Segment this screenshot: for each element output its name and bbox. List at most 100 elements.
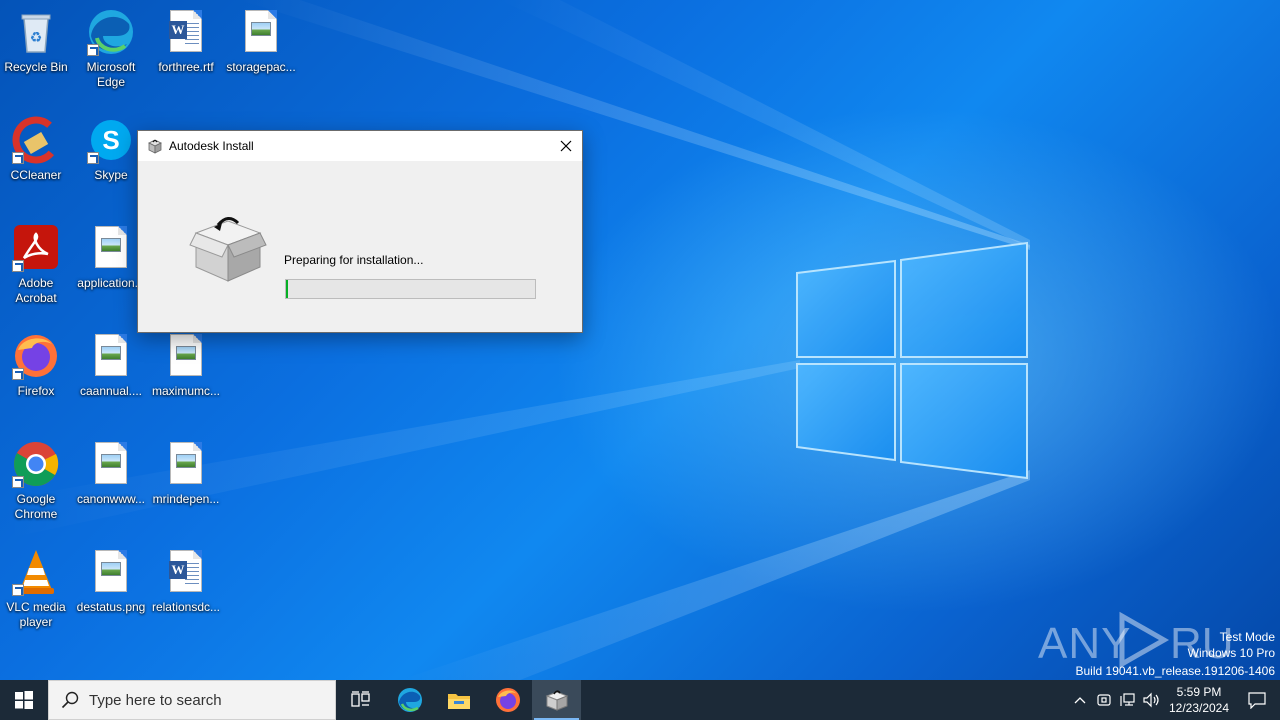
progress-bar-fill (286, 280, 288, 298)
image-file-icon (162, 440, 210, 488)
adobe-acrobat-icon (12, 224, 60, 272)
desktop-icon-relationsdc-file[interactable]: W relationsdc... (150, 548, 222, 615)
shortcut-arrow-icon (12, 260, 24, 272)
notification-icon (1248, 692, 1266, 709)
folder-icon (447, 694, 470, 709)
install-box-icon (189, 217, 267, 282)
desktop-icon-label: Microsoft Edge (86, 60, 136, 89)
desktop-icon-label: Adobe Acrobat (15, 276, 57, 305)
task-view-button[interactable] (336, 680, 385, 720)
taskbar-clock[interactable]: 5:59 PM 12/23/2024 (1164, 684, 1234, 716)
dialog-title: Autodesk Install (169, 139, 254, 153)
start-button[interactable] (0, 680, 48, 720)
image-file-icon (87, 548, 135, 596)
desktop-icon-label: VLC media player (6, 600, 66, 629)
word-document-icon: W (162, 8, 210, 56)
progress-bar (285, 279, 536, 299)
firefox-icon (12, 332, 60, 380)
desktop-icon-vlc[interactable]: VLC media player (0, 548, 72, 630)
recycle-bin-icon: ♻ (12, 8, 60, 56)
desktop-icon-label: Firefox (17, 384, 55, 398)
clock-date: 12/23/2024 (1168, 701, 1230, 715)
tray-volume-button[interactable] (1140, 680, 1164, 720)
action-center-button[interactable] (1234, 680, 1280, 720)
desktop-icon-label: storagepac... (226, 60, 296, 74)
shortcut-arrow-icon (12, 152, 24, 164)
clock-time: 5:59 PM (1176, 685, 1222, 699)
dialog-body: Preparing for installation... (138, 161, 582, 332)
close-button[interactable] (550, 131, 582, 161)
desktop-icon-adobe-acrobat[interactable]: Adobe Acrobat (0, 224, 72, 306)
skype-icon: S (87, 116, 135, 164)
device-security-icon (1097, 694, 1111, 706)
test-mode-label: Test Mode (1219, 630, 1275, 644)
desktop: ♻ Recycle Bin CCleaner Adobe Acrobat Fir… (0, 0, 1280, 680)
desktop-icon-canonwww-file[interactable]: canonwww... (75, 440, 147, 507)
installer-app-icon (148, 139, 162, 154)
shortcut-arrow-icon (12, 476, 24, 488)
shortcut-arrow-icon (87, 152, 99, 164)
desktop-icon-destatus-file[interactable]: destatus.png (75, 548, 147, 615)
taskbar-firefox-button[interactable] (483, 680, 532, 720)
build-label: Build 19041.vb_release.191206-1406 (1075, 664, 1276, 678)
image-file-icon (87, 224, 135, 272)
system-tray: 5:59 PM 12/23/2024 (1068, 680, 1280, 720)
anyrun-watermark-logo: ANY RUN (1038, 611, 1236, 669)
desktop-icon-label: Google Chrome (14, 492, 58, 521)
desktop-icon-label: CCleaner (10, 168, 62, 182)
desktop-icon-label: Recycle Bin (4, 60, 68, 74)
image-file-icon (237, 8, 285, 56)
svg-text:S: S (102, 125, 119, 155)
close-icon (560, 140, 572, 152)
shortcut-arrow-icon (12, 368, 24, 380)
shortcut-arrow-icon (87, 44, 99, 56)
volume-icon (1143, 692, 1159, 708)
taskbar-file-explorer-button[interactable] (434, 680, 483, 720)
image-file-icon (162, 332, 210, 380)
desktop-icon-google-chrome[interactable]: Google Chrome (0, 440, 72, 522)
task-view-icon (350, 691, 370, 707)
desktop-icon-label: mrindepen... (152, 492, 220, 506)
windows-edition-label: Windows 10 Pro (1187, 646, 1275, 660)
network-icon (1120, 693, 1135, 706)
desktop-icon-recycle-bin[interactable]: ♻ Recycle Bin (0, 8, 72, 75)
installer-app-icon (545, 690, 568, 711)
chrome-icon (12, 440, 60, 488)
image-file-icon (87, 440, 135, 488)
taskbar-edge-button[interactable] (385, 680, 434, 720)
tray-security-button[interactable] (1092, 680, 1116, 720)
svg-text:ANY: ANY (1038, 619, 1131, 668)
svg-text:♻: ♻ (30, 30, 43, 46)
edge-icon (397, 688, 422, 712)
status-text: Preparing for installation... (284, 253, 424, 267)
taskbar: 5:59 PM 12/23/2024 (0, 680, 1280, 720)
edge-icon (87, 8, 135, 56)
taskbar-autodesk-install-button[interactable] (532, 680, 581, 720)
desktop-icon-label: destatus.png (76, 600, 146, 614)
desktop-icon-microsoft-edge[interactable]: Microsoft Edge (75, 8, 147, 90)
desktop-icon-label: canonwww... (76, 492, 146, 506)
show-hidden-icons-button[interactable] (1068, 680, 1092, 720)
search-icon (61, 691, 79, 709)
desktop-icon-firefox[interactable]: Firefox (0, 332, 72, 399)
taskbar-search-box[interactable] (48, 680, 336, 720)
autodesk-install-dialog: Autodesk Install Preparing for installat… (137, 130, 583, 333)
shortcut-arrow-icon (12, 584, 24, 596)
image-file-icon (87, 332, 135, 380)
ccleaner-icon (12, 116, 60, 164)
chevron-up-icon (1074, 697, 1086, 704)
desktop-icon-maximumc-file[interactable]: maximumc... (150, 332, 222, 399)
desktop-icon-ccleaner[interactable]: CCleaner (0, 116, 72, 183)
desktop-icon-storagepac-file[interactable]: storagepac... (225, 8, 297, 75)
search-input[interactable] (89, 691, 319, 709)
desktop-icon-label: forthree.rtf (158, 60, 214, 74)
desktop-icon-caannual-file[interactable]: caannual.... (75, 332, 147, 399)
tray-network-button[interactable] (1116, 680, 1140, 720)
windows-logo-icon (15, 691, 33, 709)
vlc-icon (12, 548, 60, 596)
dialog-titlebar[interactable]: Autodesk Install (138, 131, 582, 161)
desktop-icon-label: caannual.... (79, 384, 143, 398)
desktop-icon-forthree-file[interactable]: W forthree.rtf (150, 8, 222, 75)
desktop-icon-label: maximumc... (151, 384, 220, 398)
desktop-icon-mrindepen-file[interactable]: mrindepen... (150, 440, 222, 507)
